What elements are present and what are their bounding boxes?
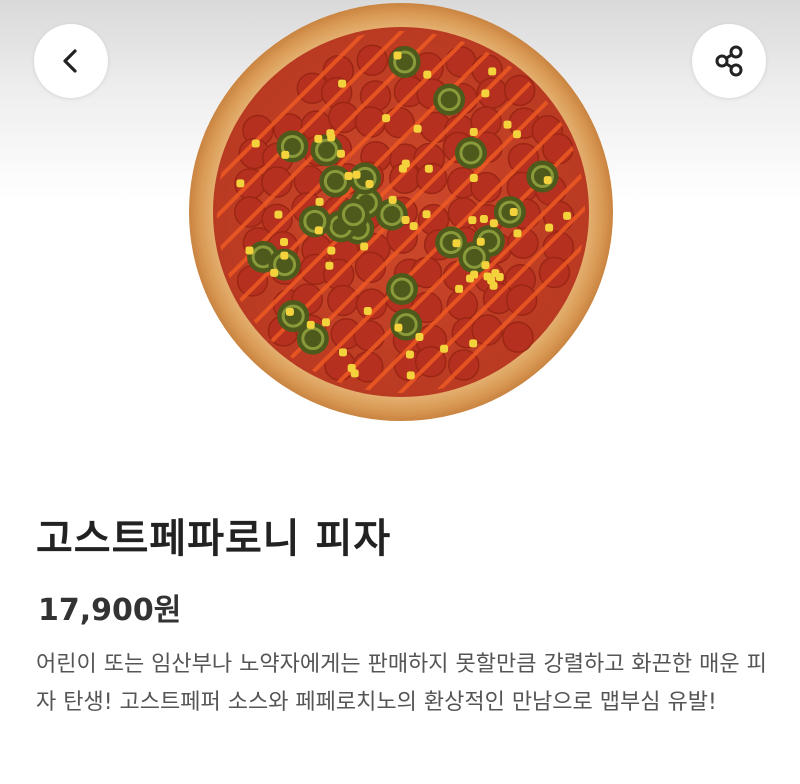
corn-kernel <box>495 272 504 281</box>
corn-kernel <box>406 371 415 380</box>
jalapeno-slice <box>526 160 559 193</box>
corn-kernel <box>321 318 330 327</box>
back-button[interactable] <box>34 24 108 98</box>
corn-kernel <box>503 120 512 129</box>
corn-kernel <box>481 89 490 98</box>
corn-kernel <box>452 239 461 248</box>
corn-kernel <box>363 306 372 315</box>
corn-kernel <box>352 170 361 179</box>
corn-kernel <box>422 210 431 219</box>
corn-kernel <box>388 195 397 204</box>
corn-kernel <box>424 164 433 173</box>
corn-kernel <box>326 129 335 138</box>
corn-kernel <box>563 211 572 220</box>
corn-kernel <box>344 172 353 181</box>
corn-kernel <box>251 139 260 148</box>
corn-kernel <box>327 246 336 255</box>
share-button[interactable] <box>692 24 766 98</box>
jalapeno-slice <box>388 46 421 79</box>
corn-kernel <box>469 339 478 348</box>
corn-kernel <box>405 350 414 359</box>
jalapeno-slice <box>276 130 309 163</box>
corn-kernel <box>487 276 496 285</box>
corn-kernel <box>336 149 345 158</box>
chevron-left-icon <box>63 49 77 73</box>
corn-kernel <box>545 223 554 232</box>
corn-kernel <box>338 79 347 88</box>
corn-kernel <box>270 268 279 277</box>
corn-kernel <box>468 216 477 225</box>
pepperoni-slice <box>502 321 534 353</box>
corn-kernel <box>401 215 410 224</box>
product-price: 17,900원 <box>38 593 182 628</box>
corn-kernel <box>280 237 289 246</box>
product-description: 어린이 또는 임산부나 노약자에게는 판매하지 못할만큼 강렬하고 화끈한 매운… <box>36 652 767 715</box>
jalapeno-slice <box>337 198 370 231</box>
corn-kernel <box>512 130 521 139</box>
corn-kernel <box>469 174 478 183</box>
jalapeno-slice <box>433 83 466 116</box>
corn-kernel <box>489 219 498 228</box>
corn-kernel <box>280 251 289 260</box>
pepperoni-slice <box>234 196 266 228</box>
corn-kernel <box>314 226 323 235</box>
corn-kernel <box>315 197 324 206</box>
corn-kernel <box>409 222 418 231</box>
corn-kernel <box>440 344 449 353</box>
corn-kernel <box>401 159 410 168</box>
corn-kernel <box>393 51 402 60</box>
corn-kernel <box>306 320 315 329</box>
hero-image-area <box>0 0 800 480</box>
jalapeno-slice <box>454 136 487 169</box>
product-title: 고스트페파로니 피자 <box>36 516 392 562</box>
pepperoni-slice <box>327 284 359 317</box>
pizza-image <box>189 3 613 421</box>
corn-kernel <box>513 229 522 238</box>
corn-kernel <box>325 261 334 270</box>
corn-kernel <box>285 307 294 316</box>
corn-kernel <box>488 67 497 76</box>
corn-kernel <box>481 261 490 270</box>
corn-kernel <box>413 124 422 133</box>
corn-kernel <box>415 332 424 341</box>
corn-kernel <box>236 179 245 188</box>
pepperoni-slice <box>503 74 536 107</box>
corn-kernel <box>365 180 374 189</box>
share-icon <box>715 45 743 77</box>
corn-kernel <box>382 114 391 123</box>
corn-kernel <box>350 369 359 378</box>
corn-kernel <box>476 237 485 246</box>
corn-kernel <box>455 284 464 293</box>
jalapeno-slice <box>298 205 331 238</box>
corn-kernel <box>470 270 479 279</box>
corn-kernel <box>543 176 552 185</box>
corn-kernel <box>509 208 518 217</box>
pepperoni-slice <box>505 284 538 316</box>
corn-kernel <box>314 134 323 143</box>
corn-kernel <box>274 210 283 219</box>
jalapeno-slice <box>319 165 352 198</box>
corn-kernel <box>423 70 432 79</box>
corn-kernel <box>281 150 290 159</box>
corn-kernel <box>469 128 478 137</box>
corn-kernel <box>394 323 403 332</box>
corn-kernel <box>338 348 347 357</box>
corn-kernel <box>245 246 254 255</box>
corn-kernel <box>360 242 369 251</box>
corn-kernel <box>479 215 488 224</box>
jalapeno-slice <box>385 273 418 306</box>
